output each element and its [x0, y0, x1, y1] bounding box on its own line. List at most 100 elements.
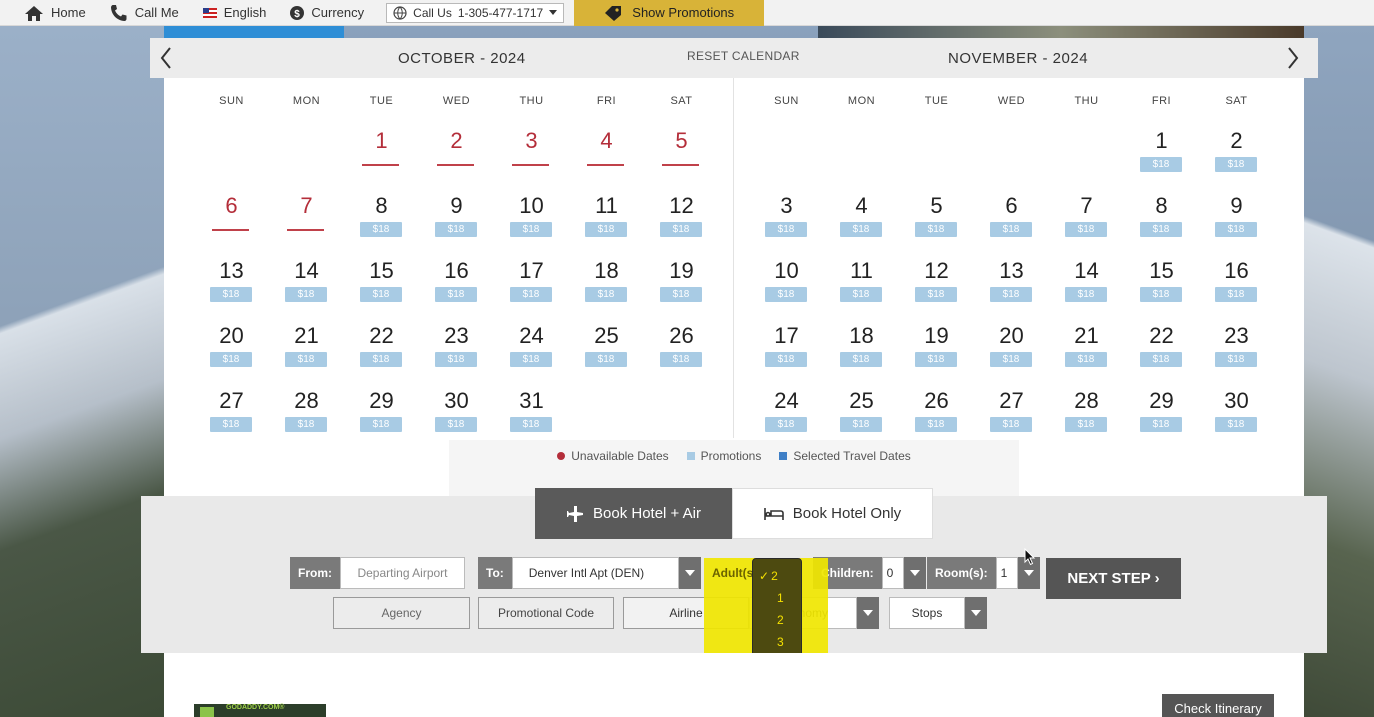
calendar-day[interactable]: 27 $18 [194, 388, 269, 448]
language-selector[interactable]: English [191, 0, 279, 26]
show-promotions-button[interactable]: Show Promotions [574, 0, 765, 26]
calendar-day[interactable]: 13 $18 [194, 258, 269, 318]
children-select[interactable]: 0 [881, 557, 904, 589]
check-itinerary-button[interactable]: Check Itinerary [1162, 694, 1274, 717]
adults-option[interactable]: 2 [753, 609, 801, 631]
day-number: 13 [999, 258, 1024, 283]
cabin-caret-icon[interactable] [857, 597, 879, 629]
calendar-day[interactable]: 7 $18 [1049, 193, 1124, 253]
calendar-day[interactable]: 12 $18 [899, 258, 974, 318]
calendar-day[interactable]: 18 $18 [824, 323, 899, 383]
adults-option[interactable]: ✓ 2 [753, 565, 801, 587]
calendar-day[interactable]: 24 $18 [494, 323, 569, 383]
currency-selector[interactable]: $ Currency [278, 0, 376, 26]
adults-option[interactable]: 1 [753, 587, 801, 609]
calendar-day[interactable]: 25 $18 [569, 323, 644, 383]
calendar-day[interactable]: 21 $18 [269, 323, 344, 383]
day-number: 14 [1074, 258, 1099, 283]
calendar-day[interactable]: 4 $18 [824, 193, 899, 253]
calendar-day[interactable]: 31 $18 [494, 388, 569, 448]
calendar-day[interactable]: 18 $18 [569, 258, 644, 318]
price-badge: $18 [585, 287, 627, 302]
calendar-day[interactable]: 19 $18 [644, 258, 719, 318]
calendar-day[interactable]: 1 $18 [1124, 128, 1199, 188]
calendar-day[interactable]: 17 $18 [494, 258, 569, 318]
calendar-day[interactable]: 15 $18 [1124, 258, 1199, 318]
rooms-select[interactable]: 1 [995, 557, 1018, 589]
price-badge: $18 [360, 352, 402, 367]
calendar-day[interactable]: 26 $18 [899, 388, 974, 448]
calendar-day[interactable]: 19 $18 [899, 323, 974, 383]
next-month-button[interactable] [1281, 46, 1305, 70]
calendar-day[interactable]: 8 $18 [344, 193, 419, 253]
calendar-day[interactable]: 3 $18 [749, 193, 824, 253]
price-badge: $18 [990, 222, 1032, 237]
calendar-day[interactable]: 25 $18 [824, 388, 899, 448]
checkmark-icon: ✓ [759, 569, 770, 583]
price-badge: $18 [1215, 222, 1257, 237]
stops-caret-icon[interactable] [965, 597, 987, 629]
weekday-header: FRI [1151, 95, 1172, 107]
calendar-day[interactable]: 15 $18 [344, 258, 419, 318]
phone-icon [110, 4, 127, 21]
day-number: 12 [669, 193, 694, 218]
calendar-day[interactable]: 27 $18 [974, 388, 1049, 448]
calendar-day[interactable]: 8 $18 [1124, 193, 1199, 253]
calendar-day[interactable]: 12 $18 [644, 193, 719, 253]
calendar-day[interactable]: 11 $18 [569, 193, 644, 253]
godaddy-badge[interactable]: GODADDY.COM® [194, 704, 326, 717]
calendar-day[interactable]: 2 $18 [1199, 128, 1274, 188]
promo-code-input[interactable]: Promotional Code [478, 597, 614, 629]
next-step-button[interactable]: NEXT STEP › [1046, 558, 1181, 599]
calendar-day[interactable]: 29 $18 [344, 388, 419, 448]
calendar-day[interactable]: 23 $18 [419, 323, 494, 383]
children-caret-icon[interactable] [903, 557, 926, 589]
call-me-link[interactable]: Call Me [98, 0, 191, 26]
calendar-day[interactable]: 20 $18 [194, 323, 269, 383]
tab-book-hotel-only[interactable]: Book Hotel Only [732, 488, 933, 539]
to-input[interactable]: Denver Intl Apt (DEN) [511, 557, 679, 589]
calendar-day[interactable]: 5 $18 [899, 193, 974, 253]
calendar-day[interactable]: 16 $18 [419, 258, 494, 318]
calendar-day[interactable]: 21 $18 [1049, 323, 1124, 383]
calendar-day[interactable]: 22 $18 [1124, 323, 1199, 383]
day-number: 24 [519, 323, 544, 348]
calendar-day[interactable]: 13 $18 [974, 258, 1049, 318]
calendar-day[interactable]: 10 $18 [494, 193, 569, 253]
calendar-day[interactable]: 9 $18 [419, 193, 494, 253]
calendar-day[interactable]: 16 $18 [1199, 258, 1274, 318]
calendar-day[interactable]: 20 $18 [974, 323, 1049, 383]
unavailable-underline [512, 164, 549, 166]
tab-book-hotel-air[interactable]: Book Hotel + Air [535, 488, 732, 539]
price-badge: $18 [360, 417, 402, 432]
call-us-dropdown[interactable]: Call Us 1-305-477-1717 [386, 2, 565, 23]
calendar-day[interactable]: 26 $18 [644, 323, 719, 383]
calendar-day[interactable]: 28 $18 [269, 388, 344, 448]
reset-calendar-button[interactable]: RESET CALENDAR [687, 49, 800, 63]
price-badge: $18 [360, 222, 402, 237]
to-caret-icon[interactable] [678, 557, 701, 589]
calendar-day[interactable]: 10 $18 [749, 258, 824, 318]
calendar-day[interactable]: 23 $18 [1199, 323, 1274, 383]
calendar-day[interactable]: 14 $18 [269, 258, 344, 318]
calendar-day[interactable]: 9 $18 [1199, 193, 1274, 253]
home-link[interactable]: Home [0, 0, 98, 26]
calendar-day[interactable]: 30 $18 [1199, 388, 1274, 448]
adults-option[interactable]: 3 [753, 631, 801, 653]
calendar-day[interactable]: 28 $18 [1049, 388, 1124, 448]
calendar-day[interactable]: 22 $18 [344, 323, 419, 383]
stops-select[interactable]: Stops [889, 597, 965, 629]
agency-button[interactable]: Agency [333, 597, 470, 629]
calendar-day[interactable]: 30 $18 [419, 388, 494, 448]
price-badge: $18 [1140, 157, 1182, 172]
calendar-day[interactable]: 14 $18 [1049, 258, 1124, 318]
calendar-day[interactable]: 6 $18 [974, 193, 1049, 253]
calendar-day[interactable]: 17 $18 [749, 323, 824, 383]
day-number: 13 [219, 258, 244, 283]
day-number: 11 [850, 258, 873, 283]
calendar-day[interactable]: 11 $18 [824, 258, 899, 318]
calendar-day[interactable]: 29 $18 [1124, 388, 1199, 448]
calendar-day[interactable]: 24 $18 [749, 388, 824, 448]
from-input[interactable]: Departing Airport [340, 557, 465, 589]
prev-month-button[interactable] [154, 46, 178, 70]
